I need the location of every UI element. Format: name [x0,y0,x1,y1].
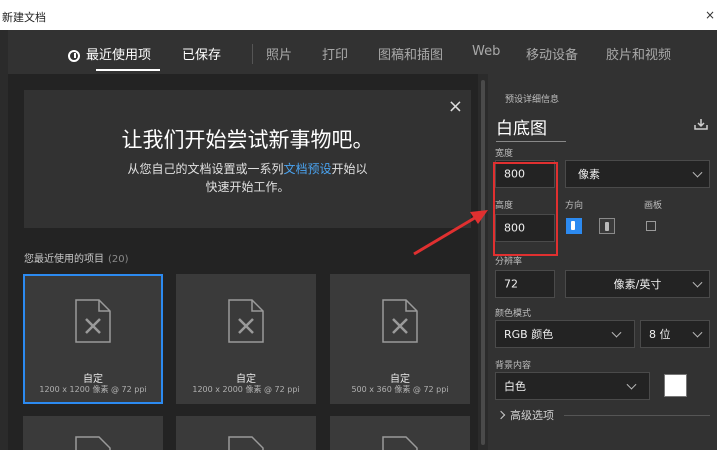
recent-title: 您最近使用的项目 [24,254,104,265]
recent-scrollbar[interactable] [478,74,488,450]
scrollbar-thumb[interactable] [481,80,485,445]
color-mode-select[interactable]: RGB 颜色 [495,320,635,348]
tab-print[interactable]: 打印 [322,44,348,63]
resolution-value: 72 [504,277,518,291]
document-presets-link[interactable]: 文档预设 [283,162,331,176]
recent-item-name: 自定 [83,374,103,385]
chevron-right-icon [496,410,506,420]
background-value: 白色 [504,380,526,393]
document-icon [75,299,111,343]
background-color-swatch[interactable] [664,374,687,397]
document-icon [228,436,264,450]
advanced-options-toggle[interactable]: 高级选项 [496,407,554,423]
portrait-icon [571,221,575,230]
welcome-text-pre: 从您自己的文档设置或一系列 [127,162,284,176]
recent-item-card[interactable] [23,416,163,450]
recent-panel: × 让我们开始尝试新事物吧。 从您自己的文档设置或一系列文档预设开始以 快速开始… [8,74,478,450]
color-mode-value: RGB 颜色 [504,328,554,341]
background-select[interactable]: 白色 [495,372,650,400]
banner-close-button[interactable]: × [448,96,463,117]
preset-details-heading: 预设详细信息 [505,95,560,105]
welcome-banner: × 让我们开始尝试新事物吧。 从您自己的文档设置或一系列文档预设开始以 快速开始… [24,90,471,228]
tab-web[interactable]: Web [472,44,500,59]
tab-saved[interactable]: 已保存 [182,44,221,63]
recent-item-name: 自定 [236,374,256,385]
new-document-dialog: 新建文档 × 最近使用项 已保存 照片 打印 图稿和插图 Web 移动设备 胶片… [0,0,717,450]
recent-item-meta: 1200 x 1200 像素 @ 72 ppi [39,385,147,394]
document-icon [75,436,111,450]
portrait-orientation-button[interactable] [566,218,582,234]
window-title: 新建文档 [2,11,46,24]
save-preset-icon[interactable] [694,118,708,130]
recent-item-card[interactable]: 自定 500 x 360 像素 @ 72 ppi [330,274,470,404]
active-tab-indicator [96,69,160,71]
document-icon [228,299,264,343]
resolution-unit-select[interactable]: 像素/英寸 [565,270,710,298]
welcome-text: 从您自己的文档设置或一系列文档预设开始以 [24,160,471,177]
recent-item-card[interactable] [330,416,470,450]
window-close-button[interactable]: × [705,8,715,22]
category-tabs: 最近使用项 已保存 照片 打印 图稿和插图 Web 移动设备 胶片和视频 [8,30,717,74]
tab-divider [252,44,253,64]
tab-recent[interactable]: 最近使用项 [68,44,151,63]
chevron-down-icon [611,327,622,338]
document-icon [382,436,418,450]
preset-details-panel: 预设详细信息 白底图 宽度 800 像素 高度 800 方向 画板 分辨率 72 [488,74,717,450]
recent-item-card[interactable]: 自定 1200 x 1200 像素 @ 72 ppi [23,274,163,404]
chevron-down-icon [626,379,637,390]
title-bar: 新建文档 × [0,0,717,30]
recent-item-meta: 500 x 360 像素 @ 72 ppi [351,385,449,394]
width-label: 宽度 [495,149,514,159]
resolution-input[interactable]: 72 [495,270,555,298]
annotation-highlight-box [493,162,558,256]
preset-name-field[interactable]: 白底图 [496,114,566,142]
recent-items-heading: 您最近使用的项目 (20) [24,250,129,265]
tab-recent-label: 最近使用项 [86,48,152,63]
bit-depth-select[interactable]: 8 位 [640,320,710,348]
recent-item-name: 自定 [390,374,410,385]
landscape-orientation-button[interactable] [599,218,615,234]
welcome-headline: 让我们开始尝试新事物吧。 [121,128,374,152]
document-icon [382,299,418,343]
chevron-down-icon [692,327,703,338]
color-mode-label: 颜色模式 [495,309,532,319]
advanced-divider [564,415,710,416]
clock-icon [68,50,80,62]
welcome-text-post: 开始以 [331,162,368,176]
recent-count: (20) [108,254,129,265]
tab-art-illustration[interactable]: 图稿和插图 [378,44,443,63]
width-unit-value: 像素 [578,168,600,181]
width-unit-select[interactable]: 像素 [565,160,710,188]
artboard-label: 画板 [644,201,663,211]
tab-mobile[interactable]: 移动设备 [526,44,578,63]
tab-photo[interactable]: 照片 [266,44,292,63]
recent-item-card[interactable]: 自定 1200 x 2000 像素 @ 72 ppi [176,274,316,404]
welcome-text-line2: 快速开始工作。 [205,180,290,194]
recent-item-card[interactable] [176,416,316,450]
orientation-label: 方向 [565,201,584,211]
advanced-options-label: 高级选项 [510,409,554,422]
tab-film-video[interactable]: 胶片和视频 [606,44,671,63]
artboard-checkbox[interactable] [646,221,656,231]
recent-item-meta: 1200 x 2000 像素 @ 72 ppi [192,385,300,394]
chevron-down-icon [692,167,703,178]
bit-depth-value: 8 位 [649,328,671,341]
resolution-unit-value: 像素/英寸 [613,278,662,291]
landscape-icon [605,222,609,231]
background-label: 背景内容 [495,361,532,371]
